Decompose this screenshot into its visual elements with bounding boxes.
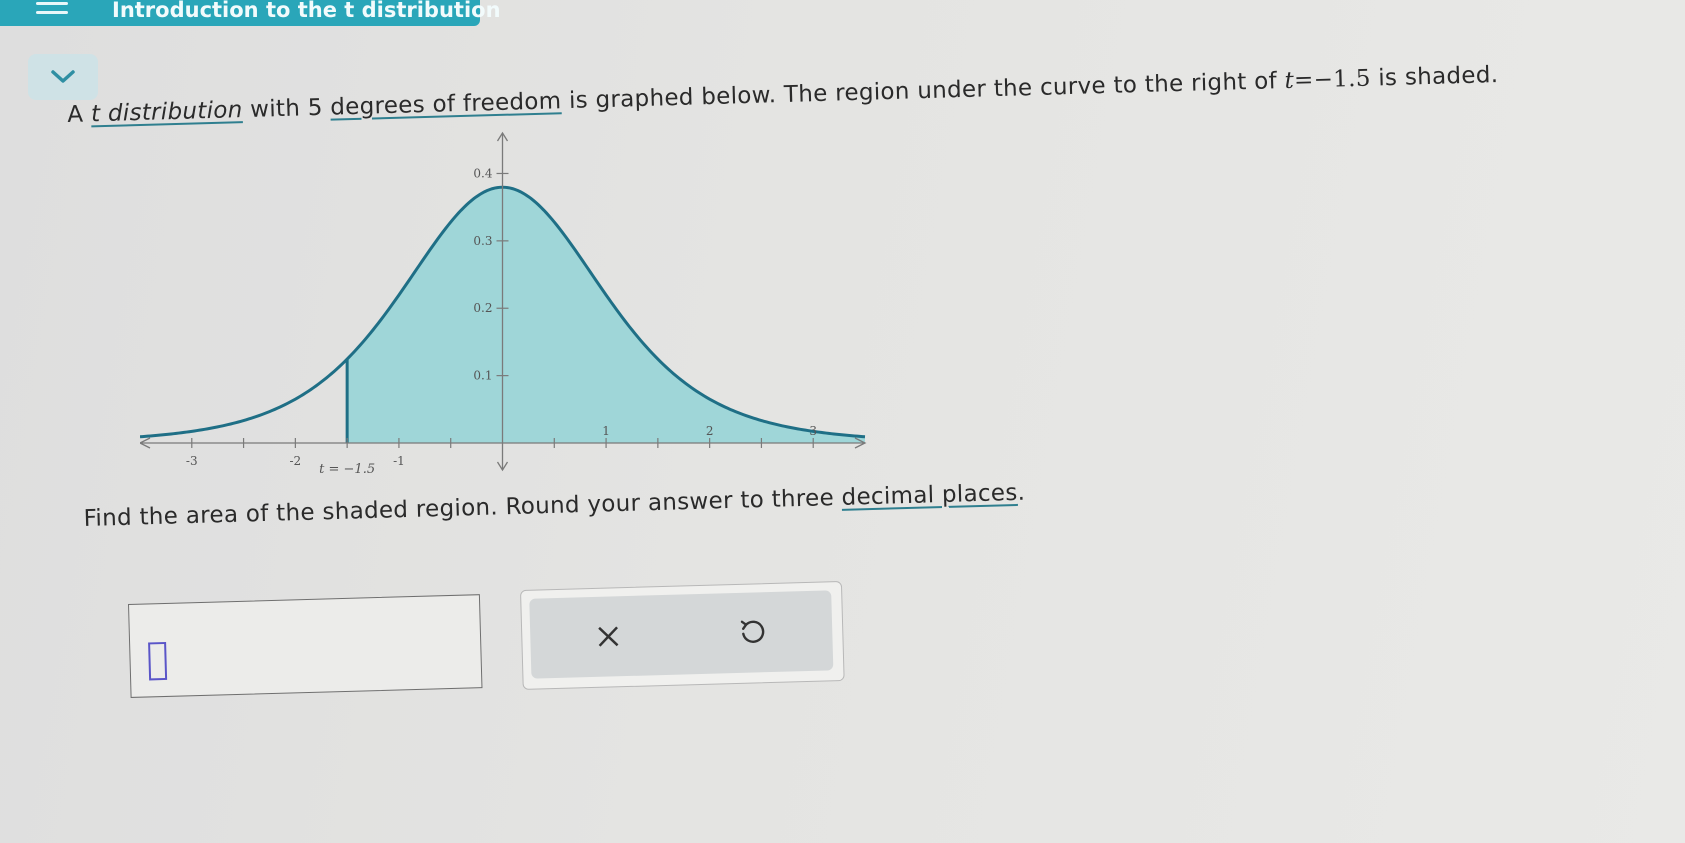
question-part4: is shaded.: [1370, 62, 1499, 92]
x-tick-label: -2: [290, 454, 302, 468]
y-tick-label: 0.2: [473, 301, 492, 315]
t-marker-label: t = −1.5: [319, 462, 375, 477]
y-tick-label: 0.4: [473, 166, 492, 180]
x-tick-label: 2: [706, 424, 714, 438]
math-expression: t=−1.5: [1284, 65, 1372, 95]
y-tick-label: 0.3: [473, 234, 492, 248]
answer-input[interactable]: [128, 594, 483, 698]
prompt-part1: Find the area of the shaded region. Roun…: [83, 484, 842, 532]
undo-icon: [740, 620, 765, 643]
x-tick-label: -3: [186, 454, 198, 468]
question-text: A t distribution with 5 degrees of freed…: [66, 17, 1548, 138]
degrees-of-freedom-link[interactable]: degrees of freedom: [330, 88, 562, 120]
t-distribution-graph: -3 -2 -1 1 2 3 0.1 0.2 0.3 0.4 t = −1.5: [140, 131, 867, 477]
question-part2: with 5: [242, 94, 331, 124]
y-tick-label: 0.1: [473, 369, 492, 383]
question-part3: is graphed below. The region under the c…: [561, 68, 1285, 115]
x-tick-label: 3: [809, 424, 817, 438]
x-tick-label: -1: [393, 454, 405, 468]
close-icon: [598, 626, 619, 647]
page-title: Introduction to the t distribution: [112, 0, 501, 22]
instruction-text: Find the area of the shaded region. Roun…: [83, 480, 1025, 532]
decimal-places-link[interactable]: decimal places: [841, 480, 1018, 511]
question-part1: A: [66, 101, 92, 129]
shaded-region: [347, 187, 865, 443]
header-bar: Introduction to the t distribution: [0, 0, 501, 26]
prompt-part2: .: [1017, 479, 1026, 506]
action-panel: [520, 581, 845, 690]
clear-button[interactable]: [586, 614, 631, 659]
x-tick-label: 1: [602, 424, 610, 438]
undo-button[interactable]: [730, 610, 775, 655]
t-distribution-link[interactable]: t distribution: [91, 97, 243, 127]
action-panel-inner: [529, 590, 834, 679]
input-cursor-box: [148, 641, 168, 681]
hamburger-menu-icon[interactable]: [32, 0, 72, 22]
